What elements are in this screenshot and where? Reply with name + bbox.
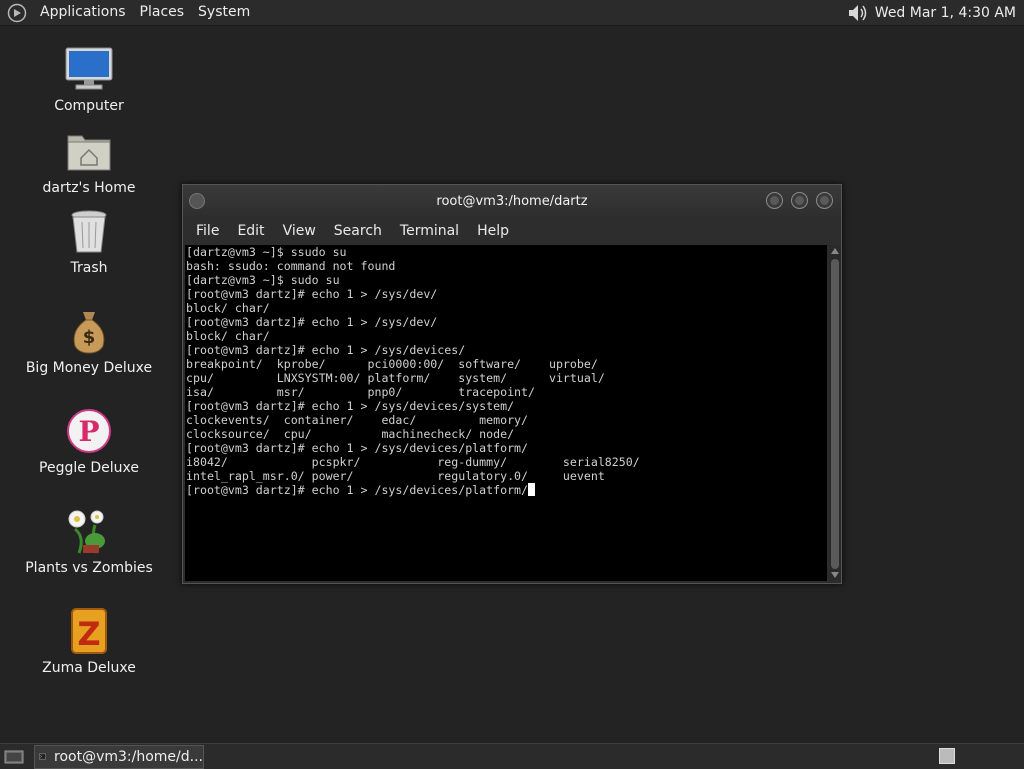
terminal-menubar: File Edit View Search Terminal Help [183, 217, 841, 244]
desktop-icon-label: Zuma Deluxe [42, 660, 136, 676]
terminal-line: [root@vm3 dartz]# echo 1 > /sys/dev/ [186, 315, 438, 329]
terminal-line: block/ char/ [186, 301, 270, 315]
menu-system[interactable]: System [191, 0, 257, 25]
computer-icon [65, 47, 113, 90]
trash-icon [71, 210, 107, 253]
svg-text:$: $ [83, 327, 96, 348]
terminal-line: [root@vm3 dartz]# echo 1 > /sys/devices/… [186, 441, 529, 455]
gnome-foot-icon[interactable] [7, 3, 27, 23]
bottom-panel: root@vm3:/home/d... [0, 743, 1024, 769]
show-desktop-icon[interactable] [4, 749, 24, 765]
window-title: root@vm3:/home/dartz [436, 193, 588, 209]
text-cursor [528, 483, 536, 496]
maximize-button[interactable] [791, 192, 808, 209]
desktop-icon-label: Big Money Deluxe [25, 360, 153, 376]
terminal-line: breakpoint/ kprobe/ pci0000:00/ software… [186, 357, 598, 371]
svg-text:Z: Z [77, 615, 100, 653]
volume-icon[interactable] [847, 3, 869, 23]
minimize-button[interactable] [766, 192, 783, 209]
close-button[interactable] [816, 192, 833, 209]
desktop-icon-computer[interactable]: Computer [14, 44, 164, 114]
menu-help[interactable]: Help [468, 223, 518, 239]
desktop-icon-label: dartz's Home [42, 180, 136, 196]
menu-places[interactable]: Places [133, 0, 192, 25]
terminal-output[interactable]: [dartz@vm3 ~]$ ssudo su bash: ssudo: com… [185, 245, 827, 581]
desktop-icon-big-money[interactable]: $ Big Money Deluxe [14, 306, 164, 376]
terminal-line: i8042/ pcspkr/ reg-dummy/ serial8250/ [186, 455, 640, 469]
desktop-icon-zuma[interactable]: Z Zuma Deluxe [14, 606, 164, 676]
top-panel: Applications Places System Wed Mar 1, 4:… [0, 0, 1024, 26]
taskbar-item-terminal[interactable]: root@vm3:/home/d... [34, 744, 204, 769]
desktop-icon-plants-vs-zombies[interactable]: Plants vs Zombies [14, 506, 164, 576]
terminal-line: [root@vm3 dartz]# echo 1 > /sys/dev/ [186, 287, 438, 301]
money-bag-icon: $ [73, 312, 105, 354]
desktop-icon-home[interactable]: dartz's Home [14, 126, 164, 196]
terminal-line: block/ char/ [186, 329, 270, 343]
menu-search[interactable]: Search [325, 223, 391, 239]
desktop-icon-label: Computer [54, 98, 124, 114]
terminal-prompt-line: [root@vm3 dartz]# echo 1 > /sys/devices/… [186, 483, 529, 497]
terminal-line: intel_rapl_msr.0/ power/ regulatory.0/ u… [186, 469, 605, 483]
menu-applications[interactable]: Applications [33, 0, 133, 25]
window-titlebar[interactable]: root@vm3:/home/dartz [183, 185, 841, 217]
desktop-icon-peggle[interactable]: P Peggle Deluxe [14, 406, 164, 476]
clock[interactable]: Wed Mar 1, 4:30 AM [875, 5, 1016, 21]
terminal-scrollbar[interactable] [829, 245, 841, 581]
window-menu-icon[interactable] [189, 193, 205, 209]
zuma-icon: Z [71, 608, 107, 654]
plants-icon [68, 510, 105, 554]
terminal-line: [root@vm3 dartz]# echo 1 > /sys/devices/… [186, 399, 515, 413]
menu-edit[interactable]: Edit [228, 223, 273, 239]
desktop-icon-trash[interactable]: Trash [14, 206, 164, 276]
desktop-icon-label: Trash [70, 260, 108, 276]
scrollbar-thumb[interactable] [831, 259, 839, 569]
terminal-line: cpu/ LNXSYSTM:00/ platform/ system/ virt… [186, 371, 605, 385]
terminal-line: clocksource/ cpu/ machinecheck/ node/ [186, 427, 515, 441]
workspace-switcher[interactable] [939, 748, 955, 764]
scroll-down-arrow-icon[interactable] [831, 572, 839, 578]
terminal-icon [39, 753, 47, 760]
terminal-line: clockevents/ container/ edac/ memory/ [186, 413, 529, 427]
home-folder-icon [67, 135, 111, 171]
peggle-icon: P [67, 409, 111, 453]
menu-terminal[interactable]: Terminal [391, 223, 468, 239]
terminal-line: [root@vm3 dartz]# echo 1 > /sys/devices/ [186, 343, 466, 357]
taskbar-item-label: root@vm3:/home/d... [54, 748, 203, 765]
terminal-line: [dartz@vm3 ~]$ ssudo su [186, 245, 347, 259]
terminal-line: bash: ssudo: command not found [186, 259, 396, 273]
menu-file[interactable]: File [187, 223, 228, 239]
svg-text:P: P [78, 415, 99, 448]
terminal-window[interactable]: root@vm3:/home/dartz File Edit View Sear… [182, 184, 842, 584]
terminal-text: [dartz@vm3 ~]$ ssudo su bash: ssudo: com… [185, 245, 827, 497]
terminal-line: isa/ msr/ pnp0/ tracepoint/ [186, 385, 536, 399]
scroll-up-arrow-icon[interactable] [831, 248, 839, 254]
desktop-icon-label: Peggle Deluxe [39, 460, 139, 476]
desktop-icon-label: Plants vs Zombies [25, 560, 153, 576]
menu-view[interactable]: View [274, 223, 325, 239]
terminal-line: [dartz@vm3 ~]$ sudo su [186, 273, 340, 287]
